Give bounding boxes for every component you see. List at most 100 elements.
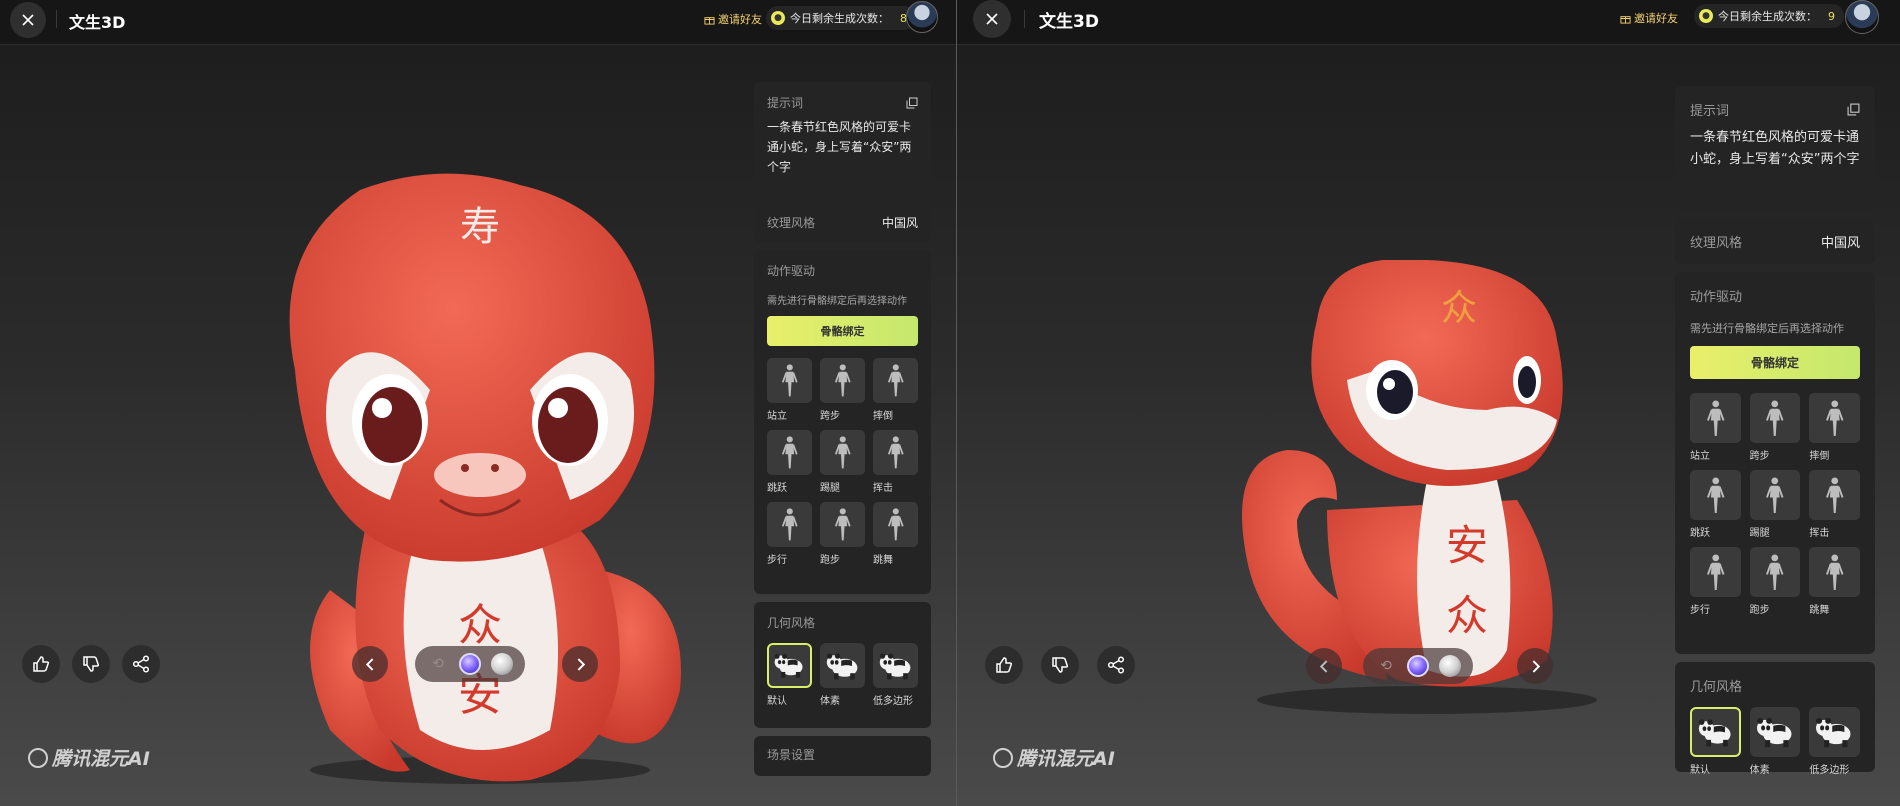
motion-item[interactable]: 挥击 <box>1809 470 1860 539</box>
quota-badge: ● 今日剩余生成次数： 9 <box>1694 4 1844 28</box>
material-view-button[interactable] <box>1407 655 1429 677</box>
like-button[interactable] <box>22 645 60 683</box>
motion-thumbnail[interactable] <box>873 358 918 403</box>
motion-thumbnail[interactable] <box>873 502 918 547</box>
motion-figure-icon <box>1825 476 1844 513</box>
scene-title: 场景设置 <box>767 748 816 762</box>
left-viewer: 文生3D 邀请好友 ● 今日剩余生成次数： 8 众 安 寿 ⟲ 腾讯混元AI 提… <box>0 0 956 806</box>
prompt-text: 一条春节红色风格的可爱卡通小蛇，身上写着“众安”两个字 <box>1690 130 1860 167</box>
white-model-view-button[interactable] <box>491 653 513 675</box>
motion-figure-icon <box>1766 553 1784 590</box>
rig-button[interactable]: 骨骼绑定 <box>767 316 918 346</box>
motion-item[interactable]: 跨步 <box>820 358 865 422</box>
snake-model-graphic: 众 安 寿 <box>289 173 681 784</box>
motion-thumbnail[interactable] <box>767 502 812 547</box>
motion-item[interactable]: 跑步 <box>1749 547 1801 616</box>
motion-item[interactable]: 站立 <box>1690 393 1741 462</box>
like-button[interactable] <box>985 646 1023 684</box>
motion-item[interactable]: 步行 <box>767 502 812 566</box>
motion-item[interactable]: 挥击 <box>873 430 918 494</box>
motion-thumbnail[interactable] <box>1690 470 1741 520</box>
motion-thumbnail[interactable] <box>1809 547 1860 597</box>
motion-thumbnail[interactable] <box>1749 393 1801 443</box>
brand-watermark: 腾讯混元AI <box>993 744 1115 771</box>
geometry-option[interactable]: 体素 <box>1749 707 1801 776</box>
panda-icon <box>1756 717 1792 748</box>
texture-style-row[interactable]: 纹理风格 中国风 <box>754 202 931 242</box>
geometry-option[interactable]: 低多边形 <box>1809 707 1860 776</box>
top-bar: 文生3D 邀请好友 ● 今日剩余生成次数： 9 <box>957 0 1900 45</box>
prev-view-button[interactable] <box>1306 648 1342 684</box>
invite-friends-link[interactable]: 邀请好友 <box>1620 10 1678 26</box>
svg-text:安: 安 <box>1446 521 1488 570</box>
panda-icon <box>1816 717 1851 748</box>
motion-item[interactable]: 步行 <box>1690 547 1741 616</box>
share-button[interactable] <box>1097 646 1135 684</box>
geometry-thumbnail[interactable] <box>1749 707 1801 757</box>
geometry-thumbnail[interactable] <box>1690 707 1741 757</box>
close-button[interactable] <box>973 0 1011 38</box>
geometry-thumbnail[interactable] <box>1809 707 1860 757</box>
motion-figure-icon <box>1825 553 1844 590</box>
texture-label: 纹理风格 <box>767 215 816 230</box>
geometry-option[interactable]: 低多边形 <box>873 643 918 707</box>
title-separator <box>56 10 57 28</box>
snake-3d-model[interactable]: 众 安 寿 <box>270 170 700 790</box>
motion-item[interactable]: 跨步 <box>1749 393 1801 462</box>
motion-figure-icon <box>781 364 798 397</box>
next-view-button[interactable] <box>1517 648 1553 684</box>
motion-item[interactable]: 踢腿 <box>820 430 865 494</box>
loop-icon[interactable]: ⟲ <box>1375 655 1397 677</box>
motion-item[interactable]: 跳跃 <box>1690 470 1741 539</box>
chevron-right-icon <box>1532 659 1540 673</box>
motion-thumbnail[interactable] <box>1809 470 1860 520</box>
geometry-thumbnail[interactable] <box>767 643 812 688</box>
geometry-option[interactable]: 默认 <box>767 643 812 707</box>
motion-thumbnail[interactable] <box>820 430 865 475</box>
copy-icon[interactable] <box>906 97 918 109</box>
motion-thumbnail[interactable] <box>873 430 918 475</box>
invite-friends-link[interactable]: 邀请好友 <box>704 11 762 27</box>
motion-thumbnail[interactable] <box>1690 547 1741 597</box>
motion-thumbnail[interactable] <box>1749 547 1801 597</box>
motion-figure-icon <box>1766 399 1784 436</box>
chevron-right-icon <box>577 657 585 671</box>
loop-icon[interactable]: ⟲ <box>427 653 449 675</box>
avatar[interactable] <box>906 1 938 33</box>
motion-item[interactable]: 跑步 <box>820 502 865 566</box>
texture-style-row[interactable]: 纹理风格 中国风 <box>1675 218 1875 264</box>
avatar[interactable] <box>1845 0 1879 34</box>
geometry-option[interactable]: 默认 <box>1690 707 1741 776</box>
close-button[interactable] <box>10 2 46 38</box>
share-icon <box>132 655 150 673</box>
material-view-button[interactable] <box>459 653 481 675</box>
motion-item[interactable]: 摔倒 <box>1809 393 1860 462</box>
motion-thumbnail[interactable] <box>767 358 812 403</box>
motion-thumbnail[interactable] <box>1690 393 1741 443</box>
motion-figure-icon <box>1825 399 1844 436</box>
geometry-option[interactable]: 体素 <box>820 643 865 707</box>
dislike-button[interactable] <box>1041 646 1079 684</box>
motion-thumbnail[interactable] <box>767 430 812 475</box>
motion-item[interactable]: 跳舞 <box>1809 547 1860 616</box>
share-button[interactable] <box>122 645 160 683</box>
motion-thumbnail[interactable] <box>1749 470 1801 520</box>
quota-label: 今日剩余生成次数： <box>1718 10 1817 23</box>
motion-thumbnail[interactable] <box>820 502 865 547</box>
motion-item[interactable]: 跳跃 <box>767 430 812 494</box>
motion-item[interactable]: 踢腿 <box>1749 470 1801 539</box>
prev-view-button[interactable] <box>352 646 388 682</box>
motion-item[interactable]: 站立 <box>767 358 812 422</box>
geometry-thumbnail[interactable] <box>820 643 865 688</box>
motion-thumbnail[interactable] <box>1809 393 1860 443</box>
white-model-view-button[interactable] <box>1439 655 1461 677</box>
motion-thumbnail[interactable] <box>820 358 865 403</box>
motion-item[interactable]: 跳舞 <box>873 502 918 566</box>
geometry-thumbnail[interactable] <box>873 643 918 688</box>
copy-icon[interactable] <box>1847 103 1860 116</box>
next-view-button[interactable] <box>562 646 598 682</box>
rig-button[interactable]: 骨骼绑定 <box>1690 346 1860 379</box>
dislike-button[interactable] <box>72 645 110 683</box>
motion-item[interactable]: 摔倒 <box>873 358 918 422</box>
brand-logo-icon <box>28 747 48 768</box>
